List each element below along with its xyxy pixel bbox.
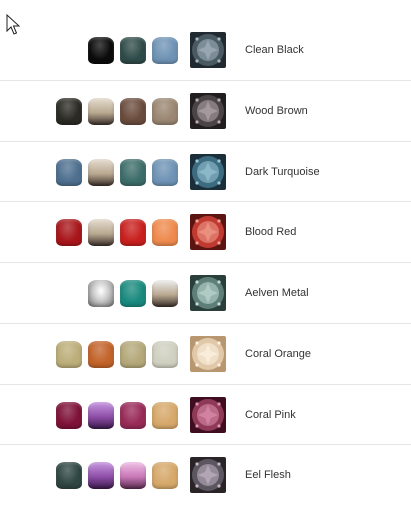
paint-pot-swatch[interactable] (152, 158, 178, 186)
paint-pot-swatch[interactable] (152, 340, 178, 368)
paint-pot-swatch[interactable] (56, 219, 82, 247)
paint-scheme-label: Eel Flesh (245, 469, 291, 482)
paint-pot-swatch[interactable] (120, 462, 146, 490)
shield-preview-thumbnail[interactable] (190, 92, 226, 129)
paint-pot-swatch[interactable] (56, 158, 82, 186)
paint-scheme-row[interactable]: Aelven Metal (0, 263, 411, 324)
paint-scheme-list: Clean Black Wood Brown Dark Turquoise Bl… (0, 20, 411, 506)
paint-pot-swatch[interactable] (88, 340, 114, 368)
shield-icon (190, 32, 226, 68)
shield-preview-thumbnail[interactable] (190, 214, 226, 251)
paint-pot-swatch[interactable] (152, 280, 178, 307)
paint-scheme-row[interactable]: Coral Pink (0, 385, 411, 446)
paint-pot-swatch[interactable] (152, 97, 178, 125)
shield-preview-thumbnail[interactable] (190, 396, 226, 433)
paint-scheme-label: Aelven Metal (245, 287, 309, 299)
shield-preview-thumbnail[interactable] (190, 275, 226, 311)
paint-pot-swatch[interactable] (88, 37, 114, 64)
paint-scheme-row[interactable]: Clean Black (0, 20, 411, 81)
paint-pot-swatch[interactable] (56, 462, 82, 490)
paint-pot-swatch[interactable] (88, 401, 114, 429)
paint-scheme-label: Wood Brown (245, 104, 308, 117)
paint-scheme-row[interactable]: Coral Orange (0, 324, 411, 385)
shield-preview-thumbnail[interactable] (190, 457, 226, 494)
paint-pot-swatch[interactable] (88, 219, 114, 247)
shield-icon (190, 153, 226, 190)
paint-pot-swatch[interactable] (120, 219, 146, 247)
paint-pot-swatch[interactable] (120, 37, 146, 64)
paint-scheme-row[interactable]: Eel Flesh (0, 445, 411, 506)
paint-scheme-row[interactable]: Dark Turquoise (0, 142, 411, 203)
shield-preview-thumbnail[interactable] (190, 335, 226, 372)
shield-icon (190, 457, 226, 494)
paint-pot-swatch[interactable] (56, 97, 82, 125)
paint-pot-swatch[interactable] (152, 401, 178, 429)
paint-scheme-label: Coral Orange (245, 347, 312, 360)
paint-pot-swatch[interactable] (152, 462, 178, 490)
shield-icon (190, 335, 226, 372)
shield-icon (190, 275, 226, 311)
shield-icon (190, 214, 226, 251)
paint-pot-swatch[interactable] (120, 158, 146, 186)
paint-pot-swatch[interactable] (88, 462, 114, 490)
paint-pot-swatch[interactable] (120, 97, 146, 125)
paint-pot-swatch[interactable] (88, 158, 114, 186)
paint-scheme-label: Clean Black (245, 44, 304, 56)
paint-pot-swatch[interactable] (88, 97, 114, 125)
shield-preview-thumbnail[interactable] (190, 153, 226, 190)
paint-scheme-row[interactable]: Blood Red (0, 202, 411, 263)
paint-pot-swatch[interactable] (120, 340, 146, 368)
shield-icon (190, 396, 226, 433)
paint-pot-swatch[interactable] (152, 219, 178, 247)
shield-icon (190, 92, 226, 129)
paint-scheme-label: Dark Turquoise (245, 165, 320, 178)
paint-pot-swatch[interactable] (56, 401, 82, 429)
paint-pot-swatch[interactable] (56, 340, 82, 368)
shield-preview-thumbnail[interactable] (190, 32, 226, 68)
paint-scheme-label: Coral Pink (245, 408, 296, 421)
paint-scheme-row[interactable]: Wood Brown (0, 81, 411, 142)
paint-scheme-label: Blood Red (245, 226, 297, 239)
paint-pot-swatch[interactable] (120, 280, 146, 307)
paint-pot-swatch[interactable] (88, 280, 114, 307)
paint-pot-swatch[interactable] (152, 37, 178, 64)
paint-pot-swatch[interactable] (120, 401, 146, 429)
